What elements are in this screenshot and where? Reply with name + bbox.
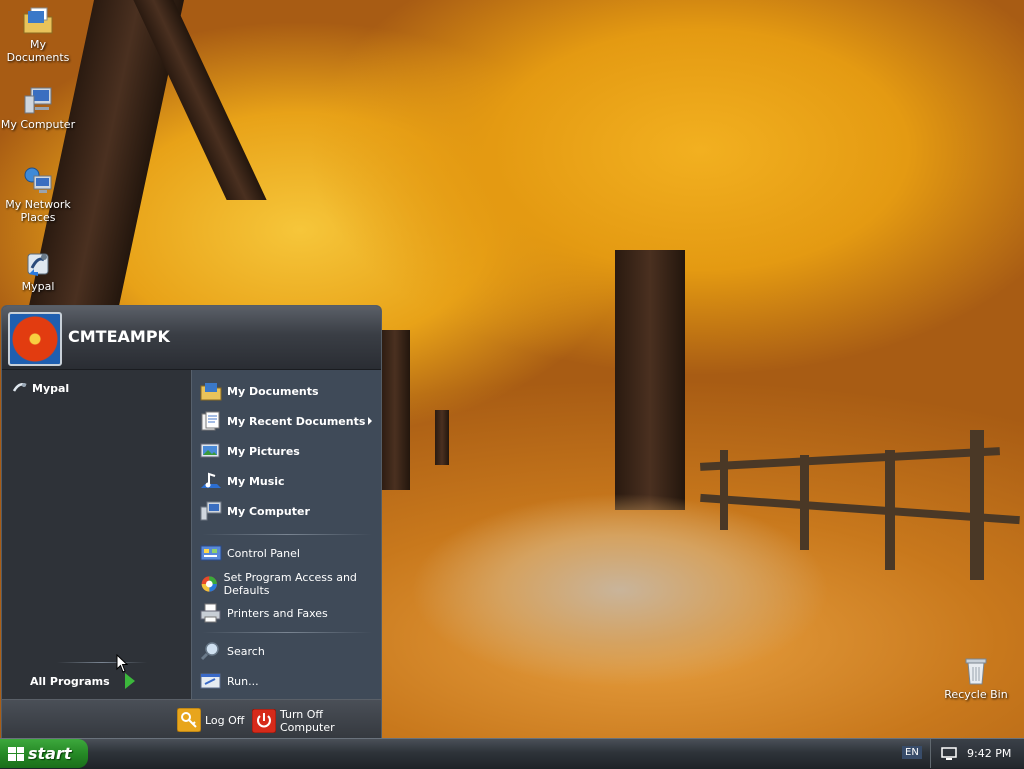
recycle-bin-icon (965, 658, 987, 685)
browser-shortcut-icon (27, 253, 49, 276)
log-off-button[interactable]: Log Off (177, 708, 244, 732)
computer-icon (200, 501, 222, 521)
clock[interactable]: 9:42 PM (967, 747, 1011, 760)
all-programs-button[interactable]: All Programs (30, 673, 136, 689)
start-menu: CMTEAMPK Mypal All Programs My Documents… (1, 305, 382, 740)
printer-icon (200, 603, 221, 623)
key-icon (177, 708, 201, 732)
submenu-arrow-icon (368, 417, 372, 425)
desktop-icon-my-network-places[interactable]: My Network Places (0, 166, 76, 224)
menu-item-set-program-access[interactable]: Set Program Access and Defaults (200, 571, 378, 597)
network-status-icon[interactable] (941, 746, 957, 761)
music-icon (201, 472, 221, 488)
menu-item-label: Set Program Access and Defaults (223, 571, 357, 597)
menu-item-label: Run... (227, 674, 259, 688)
desktop-icon-label: My Computer (0, 118, 76, 131)
folder-icon (23, 7, 53, 34)
turn-off-label: Turn Off Computer (279, 708, 335, 734)
browser-icon (12, 383, 27, 392)
menu-item-my-computer[interactable]: My Computer (200, 501, 310, 521)
recent-documents-icon (201, 411, 220, 431)
pinned-item-label: Mypal (32, 381, 70, 395)
search-icon (200, 642, 219, 661)
start-menu-footer: Log Off Turn Off Computer (2, 699, 381, 739)
menu-item-printers-and-faxes[interactable]: Printers and Faxes (200, 603, 328, 623)
desktop-icon-label: My Network Places (5, 198, 71, 224)
start-menu-header: CMTEAMPK (2, 306, 381, 370)
menu-item-label: My Music (227, 474, 285, 488)
control-panel-icon (200, 545, 222, 561)
menu-item-label: Printers and Faxes (227, 606, 328, 620)
desktop-icon-label: My Documents (6, 38, 70, 64)
taskbar: start EN 9:42 PM (0, 738, 1024, 769)
fence-post (970, 430, 984, 580)
tree-trunk (380, 330, 410, 490)
desktop-icon-label: Recycle Bin (944, 688, 1008, 701)
separator (202, 632, 372, 633)
desktop-icon-my-computer[interactable]: My Computer (0, 86, 76, 131)
fence-post (720, 450, 728, 530)
all-programs-label: All Programs (30, 674, 110, 688)
mouse-cursor-icon (116, 654, 128, 673)
desktop-icon-label: Mypal (21, 280, 55, 293)
turn-off-computer-button[interactable]: Turn Off Computer (252, 708, 381, 734)
fence-post (800, 455, 809, 550)
network-icon (24, 167, 52, 193)
program-defaults-icon (201, 576, 217, 592)
menu-item-search[interactable]: Search (200, 641, 265, 661)
start-menu-left-pane: Mypal All Programs (2, 370, 190, 700)
system-tray: 9:42 PM (930, 739, 1024, 768)
menu-item-control-panel[interactable]: Control Panel (200, 543, 300, 563)
language-indicator[interactable]: EN (902, 746, 922, 759)
arrow-right-icon (124, 673, 135, 689)
menu-item-my-music[interactable]: My Music (200, 471, 285, 491)
separator (202, 534, 372, 535)
tree-trunk (435, 410, 449, 465)
folder-icon (200, 383, 222, 401)
start-button-label: start (28, 744, 72, 763)
user-name: CMTEAMPK (68, 327, 170, 346)
user-avatar[interactable] (8, 312, 62, 366)
menu-item-run[interactable]: Run... (200, 671, 259, 691)
pictures-icon (200, 443, 220, 458)
fence-post (885, 450, 895, 570)
start-button[interactable]: start (0, 739, 88, 768)
pinned-item-mypal[interactable]: Mypal (12, 381, 69, 395)
log-off-label: Log Off (205, 713, 245, 727)
menu-item-label: My Recent Documents (227, 414, 366, 428)
menu-item-label: My Computer (227, 504, 310, 518)
power-icon (252, 709, 276, 733)
menu-item-my-documents[interactable]: My Documents (200, 381, 319, 401)
menu-item-label: My Pictures (227, 444, 300, 458)
desktop-icon-recycle-bin[interactable]: Recycle Bin (936, 656, 1016, 701)
computer-icon (24, 87, 52, 114)
desktop-icon-mypal[interactable]: Mypal (0, 248, 76, 293)
menu-item-label: My Documents (227, 384, 319, 398)
wooden-fence (699, 447, 1001, 471)
menu-item-label: Search (227, 644, 265, 658)
menu-item-my-pictures[interactable]: My Pictures (200, 441, 300, 461)
desktop-icon-my-documents[interactable]: My Documents (0, 6, 76, 64)
windows-logo-icon (8, 746, 24, 761)
separator (57, 662, 147, 663)
menu-item-label: Control Panel (227, 546, 300, 560)
menu-item-my-recent-documents[interactable]: My Recent Documents (200, 411, 378, 431)
run-icon (200, 673, 221, 689)
start-menu-right-pane: My Documents My Recent Documents My Pict… (191, 370, 381, 700)
